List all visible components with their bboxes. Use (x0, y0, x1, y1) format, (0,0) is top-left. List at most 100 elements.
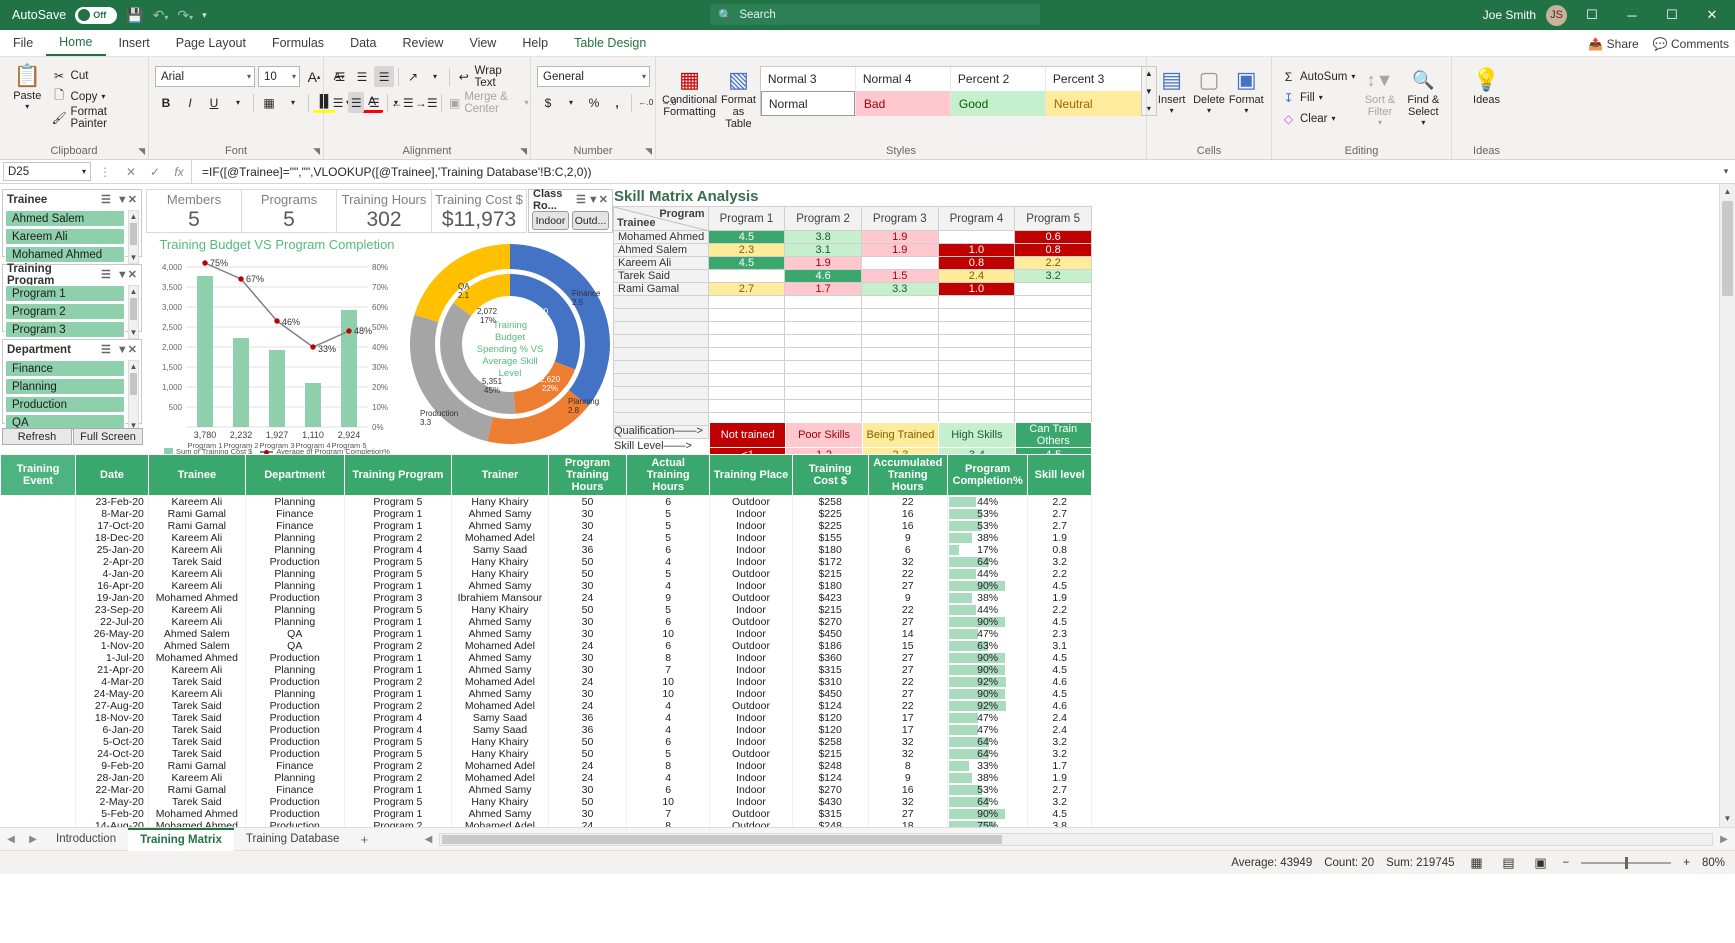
last-sheet-icon[interactable]: ▶ (22, 834, 44, 845)
scroll-up-icon[interactable]: ▲ (129, 211, 138, 222)
table-row-empty[interactable] (614, 309, 1092, 322)
page-layout-icon[interactable]: ▤ (1499, 855, 1519, 871)
copy-button[interactable]: 🗋 Copy ▾ (49, 86, 142, 107)
horizontal-scrollbar[interactable]: ◀ ▶ (417, 833, 1735, 846)
scroll-down-icon[interactable]: ▼ (129, 252, 138, 263)
table-row[interactable]: 21-Apr-20Kareem AliPlanningProgram 1Ahme… (1, 664, 1092, 676)
table-row[interactable]: Rami Gamal 2.7 1.7 3.3 1.0 (614, 283, 1092, 296)
column-header-training-event[interactable]: Training Event (1, 455, 76, 496)
clear-button[interactable]: ◇ Clear ▾ (1278, 108, 1358, 129)
sheet-tab-introduction[interactable]: Introduction (44, 828, 128, 851)
zoom-slider-handle[interactable] (1625, 857, 1628, 869)
multi-select-icon[interactable]: ☰ (101, 268, 111, 281)
table-row[interactable]: 5-Oct-20Tarek SaidProductionProgram 5Han… (1, 736, 1092, 748)
chart-training-budget-vs-completion[interactable]: Training Budget VS Program Completion 4,… (146, 234, 408, 454)
find-select-button[interactable]: 🔍 Find & Select ▾ (1402, 64, 1445, 127)
slicer-item[interactable]: Program 1 (5, 285, 125, 302)
bold-button[interactable]: B (155, 92, 177, 113)
style-item[interactable]: Percent 3 Neutral (1046, 67, 1141, 115)
formula-input[interactable]: =IF([@Trainee]="","",VLOOKUP([@Trainee],… (191, 160, 1717, 184)
table-row[interactable]: 19-Jan-20Mohamed AhmedProductionProgram … (1, 592, 1092, 604)
autosum-button[interactable]: Σ AutoSum ▾ (1278, 66, 1358, 87)
tab-insert[interactable]: Insert (106, 30, 163, 56)
scrollbar-thumb[interactable] (1722, 201, 1733, 296)
sheet-tab-training-matrix[interactable]: Training Matrix (128, 828, 234, 851)
table-row-empty[interactable] (614, 374, 1092, 387)
scroll-up-icon[interactable]: ▲ (129, 361, 138, 372)
zoom-out-button[interactable]: − (1563, 857, 1570, 869)
table-row-empty[interactable] (614, 387, 1092, 400)
slicer-training-program[interactable]: Training Program ☰ ▼✕ Program 1 Program … (2, 264, 142, 332)
percent-format-button[interactable]: % (583, 92, 605, 113)
tab-view[interactable]: View (456, 30, 509, 56)
paste-button[interactable]: 📋 Paste ▾ (6, 60, 49, 111)
delete-cells-button[interactable]: ▢ Delete ▾ (1190, 64, 1227, 115)
currency-format-button[interactable]: $ (537, 92, 559, 113)
table-row[interactable]: 18-Nov-20Tarek SaidProductionProgram 4Sa… (1, 712, 1092, 724)
table-row-empty[interactable] (614, 335, 1092, 348)
table-row[interactable]: Tarek Said 4.6 1.5 2.4 3.2 (614, 270, 1092, 283)
align-top-button[interactable]: ☰ (330, 66, 350, 87)
alignment-dialog-launcher[interactable]: ◥ (520, 146, 527, 157)
name-box[interactable]: D25 ▾ (3, 162, 91, 181)
scrollbar-thumb[interactable] (130, 298, 137, 320)
slicer-item[interactable]: Production (5, 396, 125, 413)
redo-icon[interactable]: ↷▾ (177, 7, 193, 24)
column-header-department[interactable]: Department (245, 455, 344, 496)
scroll-down-icon[interactable]: ▼ (1720, 811, 1735, 827)
cell-styles-gallery[interactable]: Normal 3 Normal Normal 4 Bad Percent 2 G… (760, 66, 1157, 116)
scrollbar-track[interactable] (439, 833, 1713, 846)
table-row[interactable]: 9-Feb-20Rami GamalFinanceProgram 2Mohame… (1, 760, 1092, 772)
sheet-tab-training-database[interactable]: Training Database (234, 828, 352, 851)
sort-filter-button[interactable]: ↕▼ Sort & Filter ▾ (1358, 64, 1401, 127)
zoom-slider[interactable] (1581, 862, 1671, 864)
column-header-trainee[interactable]: Trainee (148, 455, 245, 496)
slicer-item-outdoor[interactable]: Outd... (572, 211, 609, 230)
format-cells-button[interactable]: ▣ Format ▾ (1228, 64, 1265, 115)
slicer-item[interactable]: Ahmed Salem (5, 210, 125, 227)
style-item[interactable]: Percent 2 Good (951, 67, 1046, 115)
save-icon[interactable]: 💾 (126, 7, 143, 24)
table-row-empty[interactable] (614, 348, 1092, 361)
scroll-left-icon[interactable]: ◀ (417, 834, 439, 845)
align-left-button[interactable]: ☰ (330, 92, 346, 113)
fill-button[interactable]: ↧ Fill ▾ (1278, 87, 1358, 108)
table-row[interactable]: 22-Jul-20Kareem AliPlanningProgram 1Ahme… (1, 616, 1092, 628)
slicer-item[interactable]: Kareem Ali (5, 228, 125, 245)
wrap-text-button[interactable]: ↩ Wrap Text (454, 66, 524, 87)
table-row[interactable]: 2-May-20Tarek SaidProductionProgram 5Han… (1, 796, 1092, 808)
tab-file[interactable]: File (0, 30, 46, 56)
clipboard-dialog-launcher[interactable]: ◥ (138, 146, 145, 157)
cut-button[interactable]: ✂ Cut (49, 65, 142, 86)
table-row[interactable]: 1-Jul-20Mohamed AhmedProductionProgram 1… (1, 652, 1092, 664)
column-header-trainer[interactable]: Trainer (452, 455, 549, 496)
first-sheet-icon[interactable]: ◀ (0, 834, 22, 845)
tab-page-layout[interactable]: Page Layout (163, 30, 259, 56)
clear-filter-icon[interactable]: ▼✕ (117, 193, 137, 206)
slicer-item[interactable]: Finance (5, 360, 125, 377)
ideas-button[interactable]: 💡 Ideas (1464, 64, 1510, 106)
share-button[interactable]: 📤 Share (1588, 37, 1638, 51)
full-screen-button[interactable]: Full Screen (73, 428, 143, 445)
matrix-col-program-4[interactable]: Program 4 (938, 207, 1015, 231)
clear-filter-icon[interactable]: ▼✕ (588, 193, 608, 206)
matrix-col-program-3[interactable]: Program 3 (861, 207, 938, 231)
slicer-department[interactable]: Department ☰ ▼✕ Finance Planning Product… (2, 339, 142, 424)
multi-select-icon[interactable]: ☰ (101, 193, 111, 206)
column-header-skill-level[interactable]: Skill level (1028, 455, 1092, 496)
table-row[interactable]: Mohamed Ahmed 4.5 3.8 1.9 0.6 (614, 231, 1092, 244)
table-row[interactable]: 25-Jan-20Kareem AliPlanningProgram 4Samy… (1, 544, 1092, 556)
matrix-col-program-1[interactable]: Program 1 (708, 207, 785, 231)
scroll-up-icon[interactable]: ▲ (1720, 184, 1735, 200)
column-header-accumulated-traning-hours[interactable]: Accumulated Traning Hours (868, 455, 947, 496)
slicer-scrollbar[interactable]: ▲ ▼ (128, 285, 139, 339)
skill-matrix-table[interactable]: Program Trainee Program 1 Program 2 Prog… (613, 206, 1092, 439)
align-right-button[interactable]: ☰ (366, 92, 382, 113)
insert-function-icon[interactable]: fx (167, 165, 191, 179)
increase-indent-icon[interactable]: →☰ (415, 92, 437, 113)
column-header-program-training-hours[interactable]: Program Training Hours (548, 455, 626, 496)
number-dialog-launcher[interactable]: ◥ (645, 146, 652, 157)
slicer-item[interactable]: Planning (5, 378, 125, 395)
table-row[interactable]: 28-Jan-20Kareem AliPlanningProgram 2Moha… (1, 772, 1092, 784)
table-row[interactable]: 6-Jan-20Tarek SaidProductionProgram 4Sam… (1, 724, 1092, 736)
